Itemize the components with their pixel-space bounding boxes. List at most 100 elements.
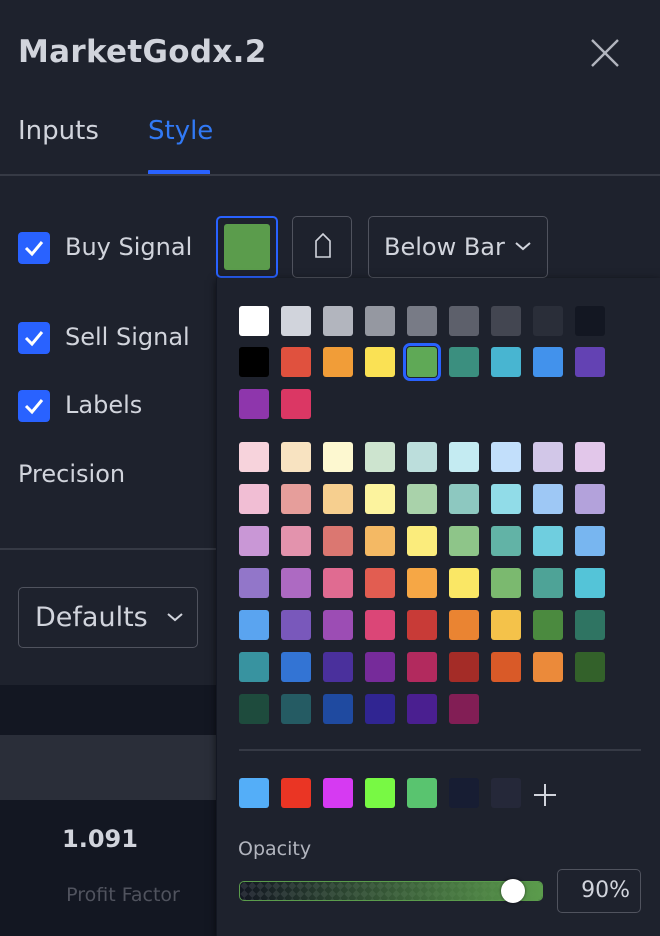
color-swatch[interactable] xyxy=(365,347,395,377)
color-swatch[interactable] xyxy=(449,652,479,682)
color-swatch[interactable] xyxy=(575,652,605,682)
location-select[interactable]: Below Bar xyxy=(368,216,548,278)
color-swatch[interactable] xyxy=(449,306,479,336)
color-swatch[interactable] xyxy=(491,652,521,682)
color-swatch[interactable] xyxy=(281,652,311,682)
color-swatch[interactable] xyxy=(323,347,353,377)
color-swatch[interactable] xyxy=(365,694,395,724)
defaults-button[interactable]: Defaults xyxy=(18,587,198,648)
color-swatch[interactable] xyxy=(239,610,269,640)
labels-checkbox[interactable] xyxy=(18,390,50,422)
color-swatch[interactable] xyxy=(239,568,269,598)
color-swatch[interactable] xyxy=(533,610,563,640)
color-swatch[interactable] xyxy=(407,484,437,514)
color-swatch[interactable] xyxy=(239,347,269,377)
color-swatch[interactable] xyxy=(407,694,437,724)
color-swatch[interactable] xyxy=(449,568,479,598)
close-button[interactable] xyxy=(588,36,622,70)
custom-color-swatch[interactable] xyxy=(407,778,437,808)
sell-signal-checkbox[interactable] xyxy=(18,322,50,354)
color-swatch[interactable] xyxy=(533,568,563,598)
color-swatch[interactable] xyxy=(491,610,521,640)
color-swatch[interactable] xyxy=(365,484,395,514)
color-swatch-selected[interactable] xyxy=(403,343,441,381)
custom-color-swatch[interactable] xyxy=(449,778,479,808)
color-swatch[interactable] xyxy=(449,610,479,640)
tab-style[interactable]: Style xyxy=(148,116,213,146)
color-swatch[interactable] xyxy=(281,389,311,419)
color-swatch[interactable] xyxy=(323,526,353,556)
color-swatch[interactable] xyxy=(407,442,437,472)
color-swatch[interactable] xyxy=(323,568,353,598)
color-swatch[interactable] xyxy=(449,694,479,724)
color-swatch[interactable] xyxy=(407,652,437,682)
color-swatch[interactable] xyxy=(281,484,311,514)
color-swatch[interactable] xyxy=(281,442,311,472)
color-swatch[interactable] xyxy=(575,306,605,336)
color-swatch[interactable] xyxy=(365,652,395,682)
buy-signal-checkbox[interactable] xyxy=(18,232,50,264)
color-swatch[interactable] xyxy=(239,694,269,724)
color-swatch[interactable] xyxy=(365,526,395,556)
color-swatch[interactable] xyxy=(491,484,521,514)
color-swatch[interactable] xyxy=(491,347,521,377)
color-swatch[interactable] xyxy=(281,610,311,640)
color-swatch[interactable] xyxy=(575,568,605,598)
color-swatch[interactable] xyxy=(365,610,395,640)
color-swatch[interactable] xyxy=(323,484,353,514)
color-swatch[interactable] xyxy=(449,347,479,377)
color-swatch[interactable] xyxy=(365,568,395,598)
color-swatch[interactable] xyxy=(323,652,353,682)
color-swatch[interactable] xyxy=(533,652,563,682)
custom-color-swatch[interactable] xyxy=(323,778,353,808)
custom-color-swatch[interactable] xyxy=(491,778,521,808)
color-swatch[interactable] xyxy=(575,484,605,514)
color-swatch[interactable] xyxy=(365,306,395,336)
color-swatch[interactable] xyxy=(491,568,521,598)
color-swatch[interactable] xyxy=(239,526,269,556)
color-swatch[interactable] xyxy=(281,306,311,336)
color-swatch[interactable] xyxy=(323,306,353,336)
color-swatch[interactable] xyxy=(449,484,479,514)
color-swatch[interactable] xyxy=(281,568,311,598)
custom-color-swatch[interactable] xyxy=(365,778,395,808)
color-swatch[interactable] xyxy=(533,306,563,336)
color-swatch[interactable] xyxy=(533,526,563,556)
color-swatch[interactable] xyxy=(533,484,563,514)
color-swatch[interactable] xyxy=(491,442,521,472)
color-swatch[interactable] xyxy=(407,610,437,640)
color-swatch[interactable] xyxy=(281,347,311,377)
color-swatch[interactable] xyxy=(449,526,479,556)
color-swatch[interactable] xyxy=(575,347,605,377)
color-swatch[interactable] xyxy=(239,442,269,472)
color-swatch[interactable] xyxy=(575,610,605,640)
color-swatch[interactable] xyxy=(239,484,269,514)
color-swatch[interactable] xyxy=(491,306,521,336)
color-swatch[interactable] xyxy=(575,526,605,556)
color-swatch[interactable] xyxy=(239,652,269,682)
color-swatch[interactable] xyxy=(575,442,605,472)
opacity-input[interactable]: 90% xyxy=(557,869,641,913)
color-swatch[interactable] xyxy=(323,442,353,472)
tab-inputs[interactable]: Inputs xyxy=(18,116,99,146)
color-swatch[interactable] xyxy=(323,610,353,640)
color-swatch[interactable] xyxy=(449,442,479,472)
signal-shape-button[interactable] xyxy=(292,216,352,278)
color-swatch[interactable] xyxy=(281,694,311,724)
color-swatch[interactable] xyxy=(407,568,437,598)
color-swatch[interactable] xyxy=(239,389,269,419)
color-swatch[interactable] xyxy=(365,442,395,472)
color-swatch[interactable] xyxy=(281,526,311,556)
color-swatch[interactable] xyxy=(407,306,437,336)
color-swatch[interactable] xyxy=(323,694,353,724)
color-swatch[interactable] xyxy=(491,526,521,556)
opacity-slider-thumb[interactable] xyxy=(500,879,525,903)
color-swatch[interactable] xyxy=(407,526,437,556)
color-swatch[interactable] xyxy=(533,442,563,472)
custom-color-swatch[interactable] xyxy=(281,778,311,808)
add-custom-color-button[interactable] xyxy=(530,780,560,810)
opacity-slider[interactable] xyxy=(239,881,543,901)
color-swatch[interactable] xyxy=(239,306,269,336)
custom-color-swatch[interactable] xyxy=(239,778,269,808)
buy-signal-color-button[interactable] xyxy=(216,216,278,278)
